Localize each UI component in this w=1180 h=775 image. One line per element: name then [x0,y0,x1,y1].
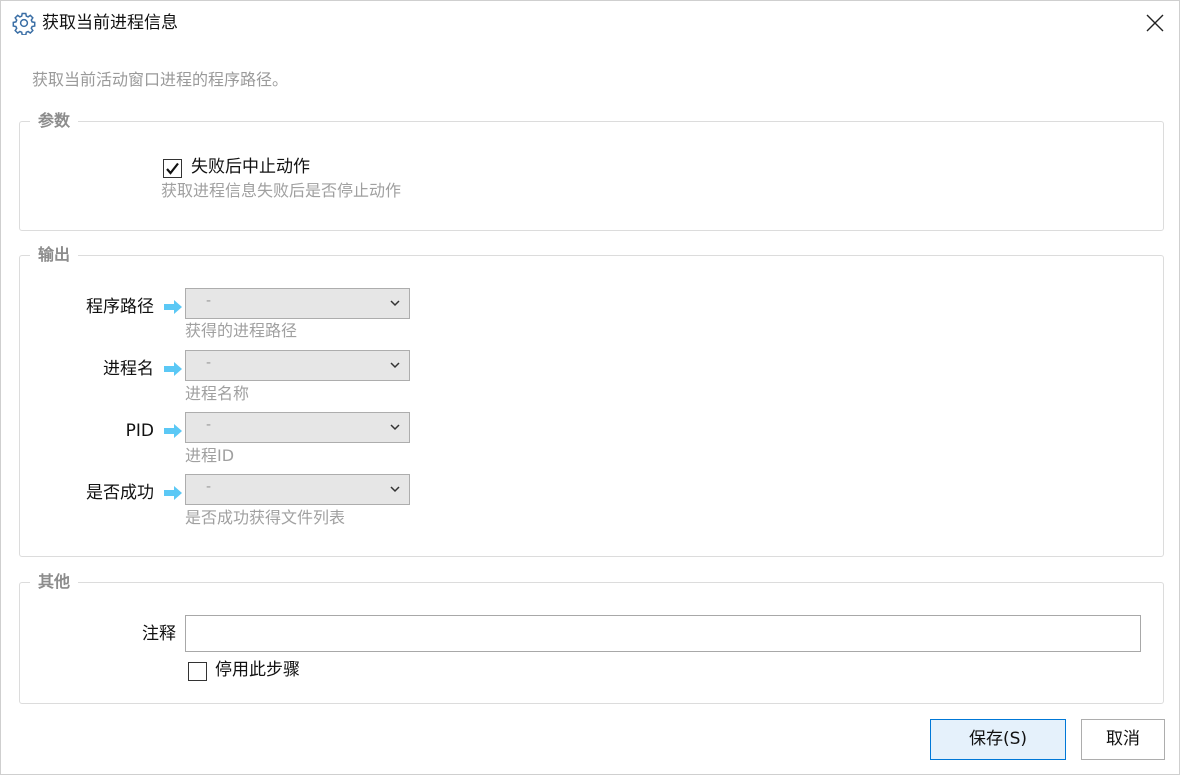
arrow-right-icon [163,423,183,439]
chevron-down-icon [390,300,400,307]
chevron-down-icon [390,486,400,493]
title-bar: 获取当前进程信息 [1,1,1180,45]
output-hint-pid: 进程ID [185,446,235,465]
note-label: 注释 [142,624,176,644]
dialog-window: 获取当前进程信息 获取当前活动窗口进程的程序路径。 参数 失败后中止动作 获取进… [0,0,1180,775]
arrow-right-icon [163,299,183,315]
window-title: 获取当前进程信息 [42,13,178,33]
params-legend: 参数 [30,110,79,132]
arrow-right-icon [163,485,183,501]
output-label-success: 是否成功 [86,483,154,503]
other-legend: 其他 [30,571,79,593]
arrow-right-icon [163,361,183,377]
abort-on-fail-checkbox[interactable] [163,159,182,178]
gear-icon [12,11,36,36]
chevron-down-icon [390,362,400,369]
output-select-name-value: - [206,355,212,371]
chevron-down-icon [390,424,400,431]
dialog-description: 获取当前活动窗口进程的程序路径。 [32,70,289,89]
output-select-path-value: - [206,293,212,309]
checkmark-icon [166,162,179,175]
output-label-path: 程序路径 [86,297,154,317]
other-group: 其他 注释 停用此步骤 [19,571,1164,704]
abort-on-fail-hint: 获取进程信息失败后是否停止动作 [161,181,402,200]
output-select-path[interactable]: - [185,288,410,319]
params-group: 参数 失败后中止动作 获取进程信息失败后是否停止动作 [19,110,1164,231]
output-label-name: 进程名 [103,359,154,379]
output-hint-path: 获得的进程路径 [185,321,298,340]
output-hint-name: 进程名称 [185,384,250,403]
close-button[interactable] [1139,7,1171,39]
output-label-pid: PID [125,421,154,441]
disable-step-label[interactable]: 停用此步骤 [215,659,300,681]
output-select-success-value: - [206,479,212,495]
output-hint-success: 是否成功获得文件列表 [185,508,346,527]
output-select-pid-value: - [206,417,212,433]
output-legend: 输出 [30,244,79,266]
output-select-pid[interactable]: - [185,412,410,443]
cancel-button[interactable]: 取消 [1081,719,1165,760]
output-select-name[interactable]: - [185,350,410,381]
close-icon [1146,14,1164,32]
abort-on-fail-label[interactable]: 失败后中止动作 [191,156,310,178]
output-group: 输出 程序路径 - 获得的进程路径 进程名 - 进程名称 PID - 进程ID … [19,244,1164,557]
save-button[interactable]: 保存(S) [930,719,1066,760]
disable-step-checkbox[interactable] [188,662,207,681]
output-select-success[interactable]: - [185,474,410,505]
note-input[interactable] [185,615,1141,652]
